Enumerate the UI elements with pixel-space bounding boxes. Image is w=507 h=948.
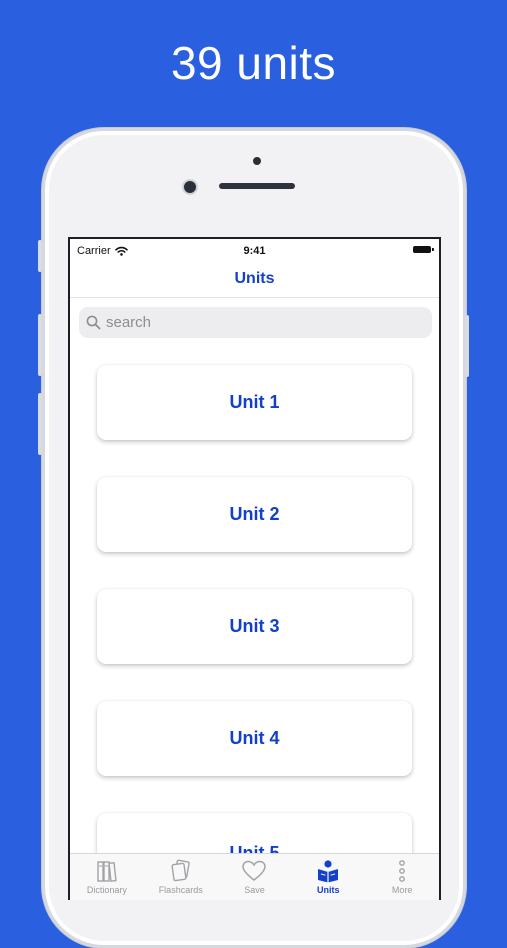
status-time: 9:41 <box>243 245 266 257</box>
tab-units[interactable]: Units <box>291 854 365 900</box>
tab-label: More <box>391 885 413 895</box>
books-icon <box>97 861 117 882</box>
unit-card-1[interactable]: Unit 1 <box>97 365 412 440</box>
more-dots-icon <box>399 860 405 882</box>
app-screen: Carrier 9:41 Units Unit 1 Unit 2 Unit 3 … <box>68 237 441 900</box>
tab-label: Units <box>317 885 340 895</box>
page-title: Units <box>70 261 439 298</box>
tab-more[interactable]: More <box>365 854 439 900</box>
mute-switch <box>38 240 42 272</box>
unit-label: Unit 2 <box>229 504 280 524</box>
tab-label: Save <box>244 885 265 895</box>
unit-label: Unit 1 <box>229 392 280 412</box>
tab-dictionary[interactable]: Dictionary <box>70 854 144 900</box>
tab-label: Dictionary <box>86 885 127 895</box>
volume-down-button <box>38 393 42 455</box>
proximity-sensor <box>253 157 261 165</box>
battery-icon <box>413 246 434 253</box>
earpiece-speaker <box>219 183 295 189</box>
tab-bar: Dictionary Flashcards Save Units More <box>70 853 439 900</box>
tab-save[interactable]: Save <box>218 854 292 900</box>
unit-card-2[interactable]: Unit 2 <box>97 477 412 552</box>
status-bar: Carrier 9:41 <box>70 239 439 261</box>
front-camera <box>182 179 198 195</box>
tab-label: Flashcards <box>158 885 203 895</box>
promo-headline: 39 units <box>170 37 337 89</box>
unit-card-3[interactable]: Unit 3 <box>97 589 412 664</box>
heart-icon <box>242 860 267 881</box>
reader-icon <box>318 860 339 883</box>
volume-up-button <box>38 314 42 376</box>
search-bar[interactable] <box>79 307 432 338</box>
power-button <box>465 315 469 377</box>
tab-flashcards[interactable]: Flashcards <box>144 854 218 900</box>
cards-icon <box>171 859 190 882</box>
unit-card-4[interactable]: Unit 4 <box>97 701 412 776</box>
search-icon <box>86 315 101 330</box>
search-input[interactable] <box>106 314 406 331</box>
unit-label: Unit 4 <box>229 728 280 748</box>
unit-label: Unit 3 <box>229 616 280 636</box>
